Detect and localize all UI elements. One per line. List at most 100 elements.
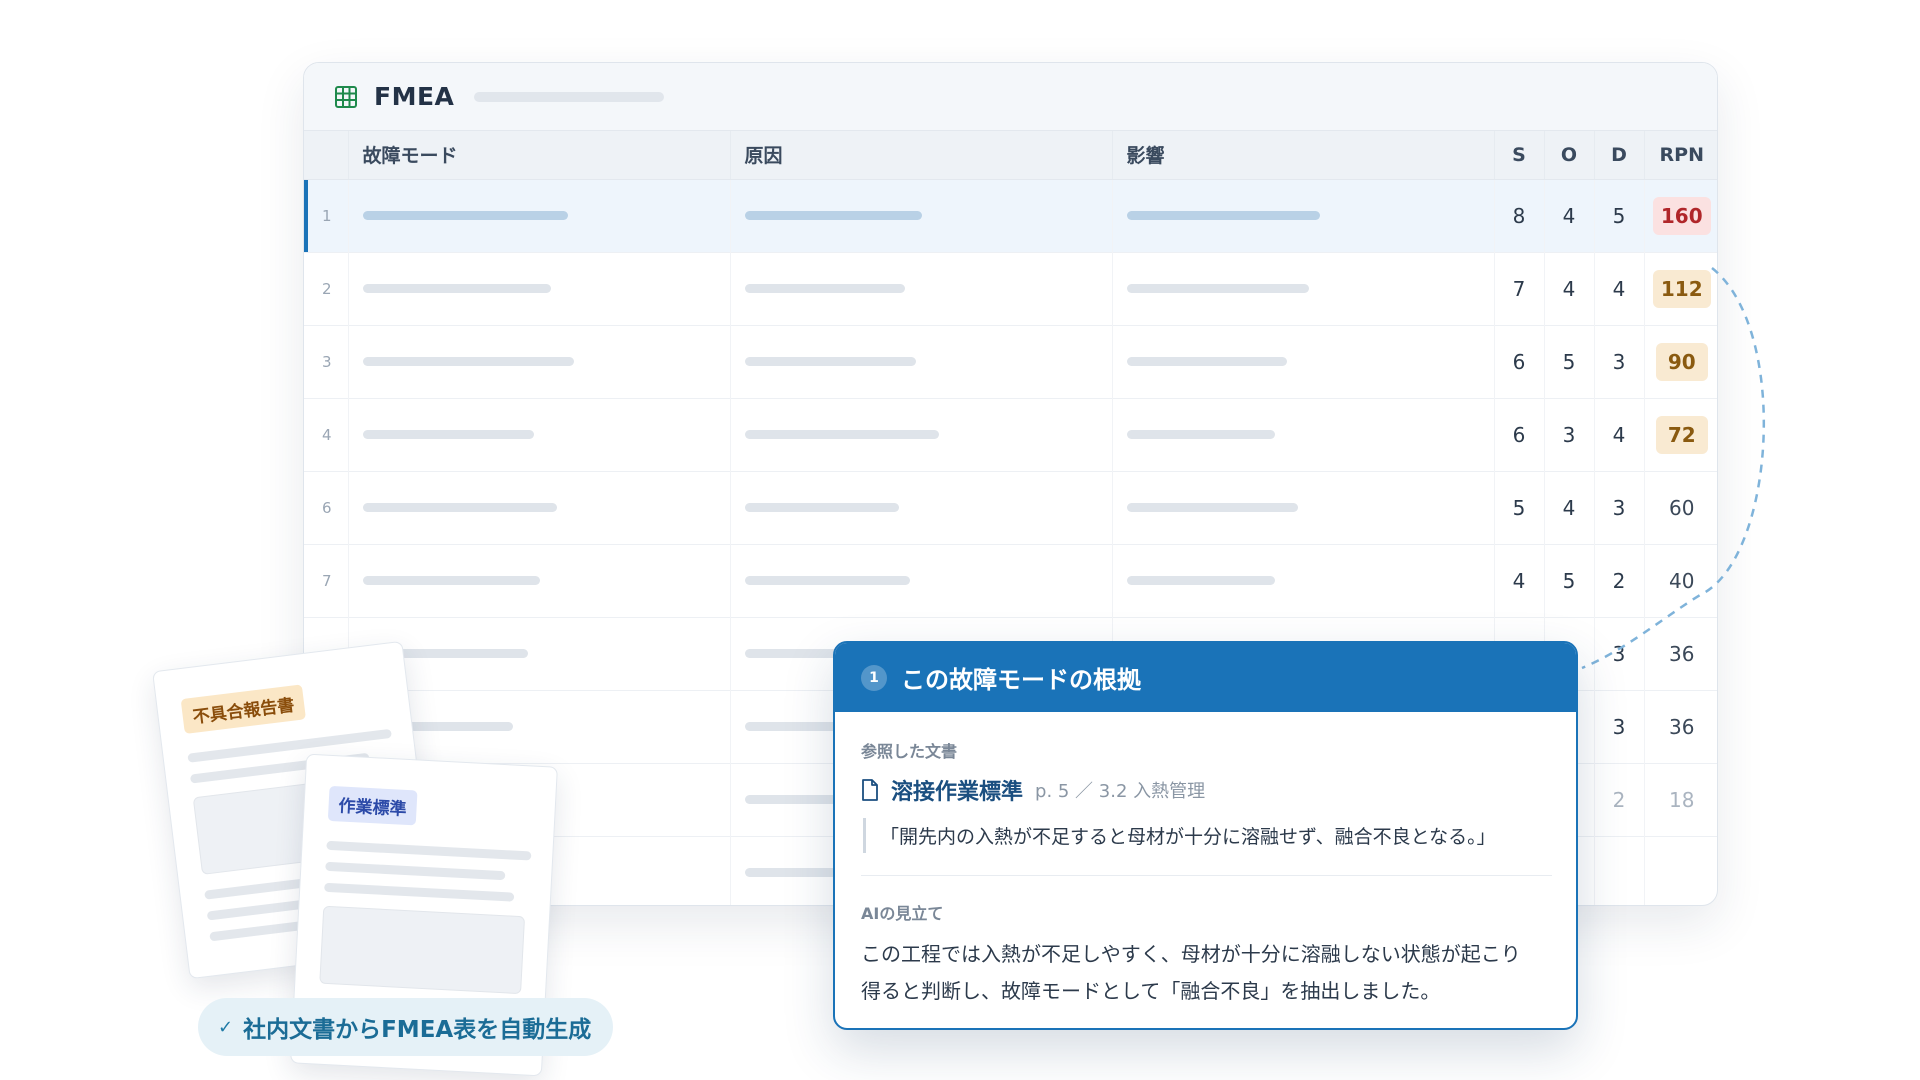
referenced-docs-label: 参照した文書 [861,742,958,761]
cell-rpn[interactable]: 40 [1643,544,1717,617]
cell-rpn[interactable]: 60 [1643,471,1717,544]
cell-cause[interactable] [729,179,1112,252]
header-effect[interactable]: 影響 [1111,131,1494,180]
cell-d[interactable]: 5 [1593,179,1644,252]
header-cause[interactable]: 原因 [729,131,1112,180]
header-failure-mode[interactable]: 故障モード [347,131,730,180]
header-severity[interactable]: S [1493,131,1544,180]
rpn-badge: 160 [1652,196,1711,235]
cell-d[interactable]: 4 [1593,398,1644,471]
rpn-badge: 112 [1652,269,1711,308]
table-row[interactable]: 3 6 5 3 90 [304,325,1717,398]
stage: FMEA 故障モード 原因 影響 S O D RPN 1 8 4 5 160 2… [0,0,1920,1080]
cell-o[interactable]: 5 [1543,325,1594,398]
evidence-title: この故障モードの根拠 [901,666,1141,694]
table-row[interactable]: 7 4 5 2 40 [304,544,1717,617]
rpn-value: 36 [1669,714,1695,739]
auto-generate-label: 社内文書からFMEA表を自動生成 [243,1017,592,1043]
cell-d[interactable]: 3 [1593,325,1644,398]
cell-d[interactable]: 4 [1593,252,1644,325]
document-tag-standard: 作業標準 [327,785,418,826]
cell-cause[interactable] [729,471,1112,544]
cell-rpn[interactable]: 36 [1643,617,1717,690]
ai-assessment-text: この工程では入熱が不足しやすく、母材が十分に溶融しない状態が起こり 得ると判断し… [861,936,1552,1010]
row-number: 1 [304,179,348,252]
cell-failure-mode[interactable] [347,179,730,252]
title-placeholder-bar [474,91,665,102]
file-icon [862,779,878,801]
cell-d[interactable]: 3 [1593,690,1644,763]
cell-d[interactable] [1593,836,1644,905]
header-rpn[interactable]: RPN [1643,131,1717,180]
spreadsheet-icon [335,85,357,108]
cell-effect[interactable] [1111,179,1494,252]
cell-s[interactable]: 5 [1493,471,1544,544]
window-title: FMEA [374,82,455,111]
cell-s[interactable]: 4 [1493,544,1544,617]
cell-s[interactable]: 8 [1493,179,1544,252]
cell-rpn[interactable] [1643,836,1717,905]
cell-s[interactable]: 6 [1493,398,1544,471]
cell-d[interactable]: 2 [1593,763,1644,836]
header-occurrence[interactable]: O [1543,131,1594,180]
cell-failure-mode[interactable] [347,471,730,544]
table-row[interactable]: 1 8 4 5 160 [304,179,1717,252]
header-detection[interactable]: D [1593,131,1644,180]
evidence-popup: 1 この故障モードの根拠 参照した文書 溶接作業標準 p. 5 ／ 3.2 入熱… [833,641,1578,1030]
cell-rpn[interactable]: 112 [1643,252,1717,325]
document-location: p. 5 ／ 3.2 入熱管理 [1035,781,1206,802]
cell-o[interactable]: 4 [1543,471,1594,544]
ai-assessment-line: 得ると判断し、故障モードとして「融合不良」を抽出しました。 [861,979,1441,1003]
evidence-number-badge: 1 [861,664,887,691]
cell-failure-mode[interactable] [347,398,730,471]
cell-cause[interactable] [729,398,1112,471]
cell-rpn[interactable]: 160 [1643,179,1717,252]
row-number: 4 [322,425,332,444]
header-rownum [304,131,348,180]
cell-cause[interactable] [729,252,1112,325]
row-number: 2 [322,279,332,298]
evidence-header: 1 この故障モードの根拠 [835,643,1576,712]
cell-o[interactable]: 4 [1543,179,1594,252]
rpn-badge: 72 [1655,415,1708,454]
cell-s[interactable]: 7 [1493,252,1544,325]
cell-o[interactable]: 5 [1543,544,1594,617]
ai-assessment-line: この工程では入熱が不足しやすく、母材が十分に溶融しない状態が起こり [861,942,1521,966]
cell-effect[interactable] [1111,252,1494,325]
row-number: 7 [322,571,332,590]
cell-rpn[interactable]: 90 [1643,325,1717,398]
cell-cause[interactable] [729,544,1112,617]
cell-failure-mode[interactable] [347,544,730,617]
cell-failure-mode[interactable] [347,252,730,325]
cell-d[interactable]: 3 [1593,471,1644,544]
cell-s[interactable]: 6 [1493,325,1544,398]
window-header: FMEA [304,63,1717,131]
table-header-row: 故障モード 原因 影響 S O D RPN [304,131,1717,180]
cell-effect[interactable] [1111,325,1494,398]
document-tag-report: 不具合報告書 [180,684,306,734]
document-name-link[interactable]: 溶接作業標準 [891,774,1023,806]
rpn-badge: 90 [1655,342,1708,381]
row-number: 3 [322,352,332,371]
cell-o[interactable]: 4 [1543,252,1594,325]
cell-rpn[interactable]: 18 [1643,763,1717,836]
cell-o[interactable]: 3 [1543,398,1594,471]
cell-rpn[interactable]: 72 [1643,398,1717,471]
cell-effect[interactable] [1111,398,1494,471]
table-row[interactable]: 4 6 3 4 72 [304,398,1717,471]
cell-failure-mode[interactable] [347,325,730,398]
table-row[interactable]: 2 7 4 4 112 [304,252,1717,325]
cell-d[interactable]: 3 [1593,617,1644,690]
cell-rpn[interactable]: 36 [1643,690,1717,763]
divider [861,875,1552,876]
document-reference[interactable]: 溶接作業標準 p. 5 ／ 3.2 入熱管理 [861,774,1552,806]
cell-effect[interactable] [1111,544,1494,617]
rpn-value: 40 [1669,568,1695,593]
cell-cause[interactable] [729,325,1112,398]
ai-assessment-label: AIの見立て [861,904,944,923]
check-icon: ✓ [218,1016,234,1038]
cell-d[interactable]: 2 [1593,544,1644,617]
evidence-body: 参照した文書 溶接作業標準 p. 5 ／ 3.2 入熱管理 「開先内の入熱が不足… [835,712,1576,1010]
table-row[interactable]: 6 5 4 3 60 [304,471,1717,544]
cell-effect[interactable] [1111,471,1494,544]
